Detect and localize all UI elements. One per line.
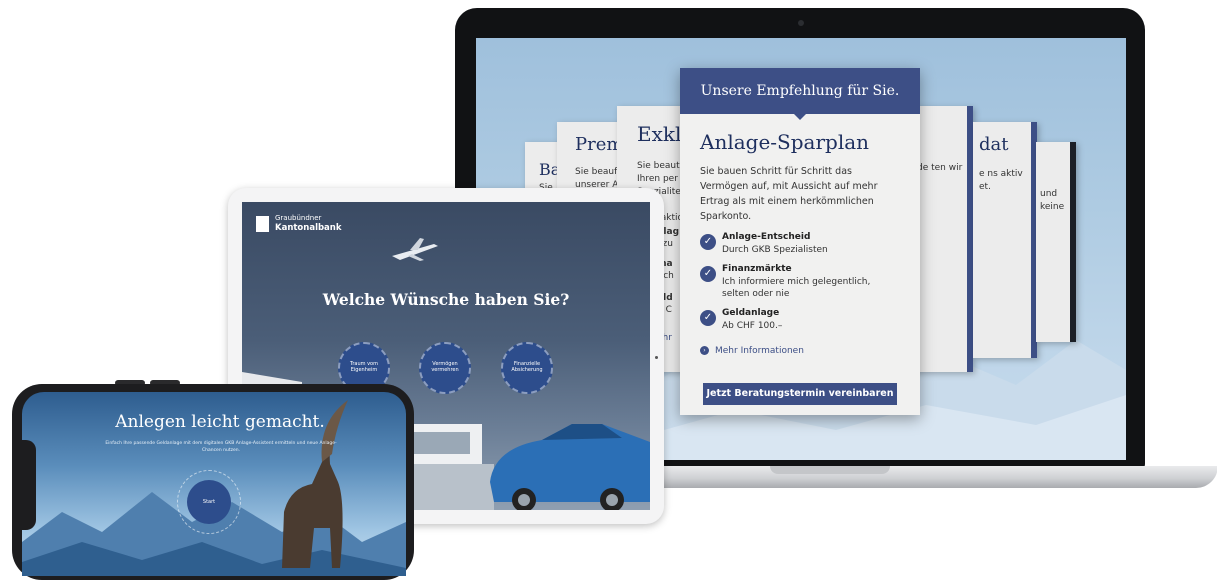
logo-text-line2: Kantonalbank (275, 223, 342, 233)
wish-button-vermoegen[interactable]: Vermögen vermehren (419, 342, 471, 394)
wish-label: Vermögen vermehren (431, 361, 459, 373)
card-title: Exkl (637, 122, 682, 146)
more-info-label: Mehr Informationen (715, 346, 804, 356)
logo-icon (256, 216, 269, 232)
question-heading: Welche Wünsche haben Sie? (322, 290, 570, 309)
product-card-mandat[interactable]: dat e ns aktiv et. (973, 122, 1037, 358)
card-title: dat (979, 134, 1009, 155)
phone-title: Anlegen leicht gemacht. (115, 412, 325, 432)
feature-subtitle: Ab CHF 100.– (722, 321, 783, 331)
card-text: und keine (1040, 189, 1065, 212)
product-card-right-3[interactable]: und keine (1036, 142, 1076, 342)
camera-icon (798, 20, 804, 26)
feature-subtitle: Ich informiere mich gelegentlich, selten… (722, 277, 871, 299)
phone-subtitle: Einfach Ihre passende Geldanlage mit dem… (105, 441, 337, 453)
recommendation-header-text: Unsere Empfehlung für Sie. (700, 83, 900, 99)
card-text: e ns aktiv et. (979, 169, 1023, 192)
card-description: Sie bauen Schritt für Schritt das Vermög… (700, 166, 878, 222)
tablet-sensor (655, 356, 658, 359)
wish-button-absicherung[interactable]: Finanzielle Absicherung (501, 342, 553, 394)
header-pointer (792, 112, 808, 120)
card-text: de ten wir (917, 163, 963, 173)
recommendation-header: Unsere Empfehlung für Sie. (680, 68, 920, 114)
chevron-right-icon: › (700, 346, 709, 355)
feature-title: Finanzmärkte (722, 264, 792, 274)
appointment-button[interactable]: Jetzt Beratungstermin vereinbaren (703, 383, 897, 405)
laptop-hinge-notch (770, 466, 890, 474)
wish-label: Finanzielle Absicherung (511, 361, 543, 373)
start-button-label: Start (202, 499, 216, 505)
feature-title: Geldanlage (722, 308, 780, 318)
phone-notch (22, 440, 36, 530)
card-edge (1070, 142, 1076, 342)
card-title: Anlage-Sparplan (700, 130, 870, 154)
more-info-link[interactable]: › Mehr Informationen (700, 346, 804, 356)
logo-text-line1: Graubündner (275, 214, 322, 222)
check-icon: ✓ (700, 310, 716, 326)
check-icon: ✓ (700, 234, 716, 250)
check-icon: ✓ (700, 266, 716, 282)
wish-label: Traum vom Eigenheim (350, 361, 378, 373)
feature-subtitle: Durch GKB Spezialisten (722, 245, 828, 255)
start-button[interactable]: Start (187, 480, 231, 524)
airplane-icon (392, 238, 438, 261)
feature-title: Anlage-Entscheid (722, 232, 811, 242)
